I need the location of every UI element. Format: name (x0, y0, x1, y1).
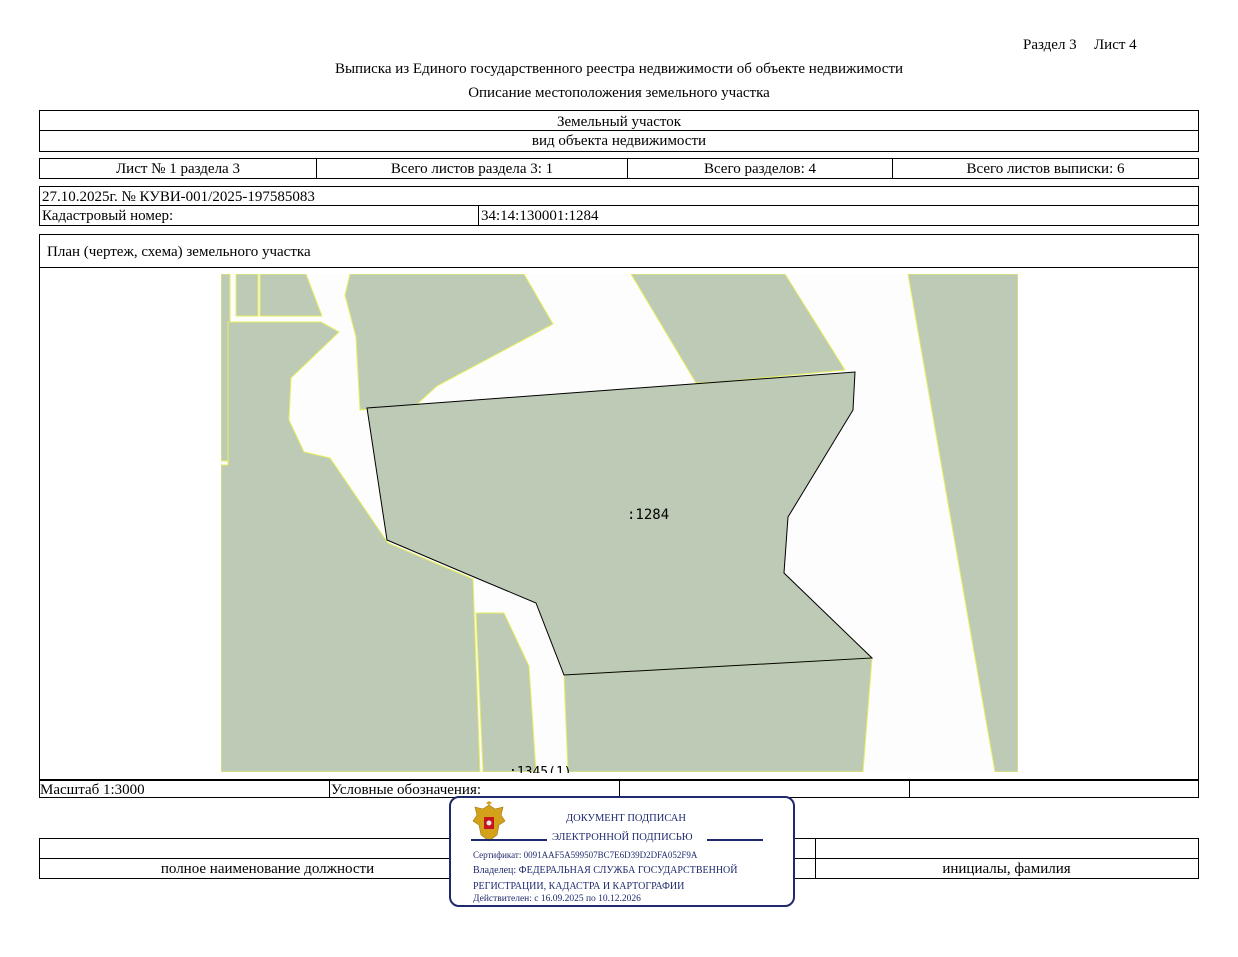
position-caption: полное наименование должности (160, 861, 375, 877)
stamp-owner-line1: Владелец: ФЕДЕРАЛЬНАЯ СЛУЖБА ГОСУДАРСТВЕ… (473, 865, 738, 876)
name-caption: инициалы, фамилия (942, 861, 1071, 877)
stamp-divider (471, 839, 547, 841)
e-signature-stamp: ДОКУМЕНТ ПОДПИСАН ЭЛЕКТРОННОЙ ПОДПИСЬЮ С… (449, 796, 795, 907)
stamp-certificate: Сертификат: 0091AAF5A599507BC7E6D39D2DFA… (473, 850, 698, 860)
neighbor-parcel (563, 657, 873, 772)
divider (909, 781, 910, 797)
stamp-divider (707, 839, 763, 841)
stamp-line2: ЭЛЕКТРОННОЙ ПОДПИСЬЮ (552, 832, 693, 843)
neighbor-parcel (235, 274, 259, 317)
stamp-owner-line2: РЕГИСТРАЦИИ, КАДАСТРА И КАРТОГРАФИИ (473, 881, 685, 892)
divider (619, 781, 620, 797)
scale: Масштаб 1:3000 (40, 782, 145, 798)
stamp-line1: ДОКУМЕНТ ПОДПИСАН (566, 813, 686, 824)
divider (329, 781, 330, 797)
stamp-validity: Действителен: с 16.09.2025 по 10.12.2026 (473, 894, 641, 904)
parcel-label: :1284 (627, 507, 670, 523)
neighbor-label: :1345(1) (509, 765, 572, 773)
